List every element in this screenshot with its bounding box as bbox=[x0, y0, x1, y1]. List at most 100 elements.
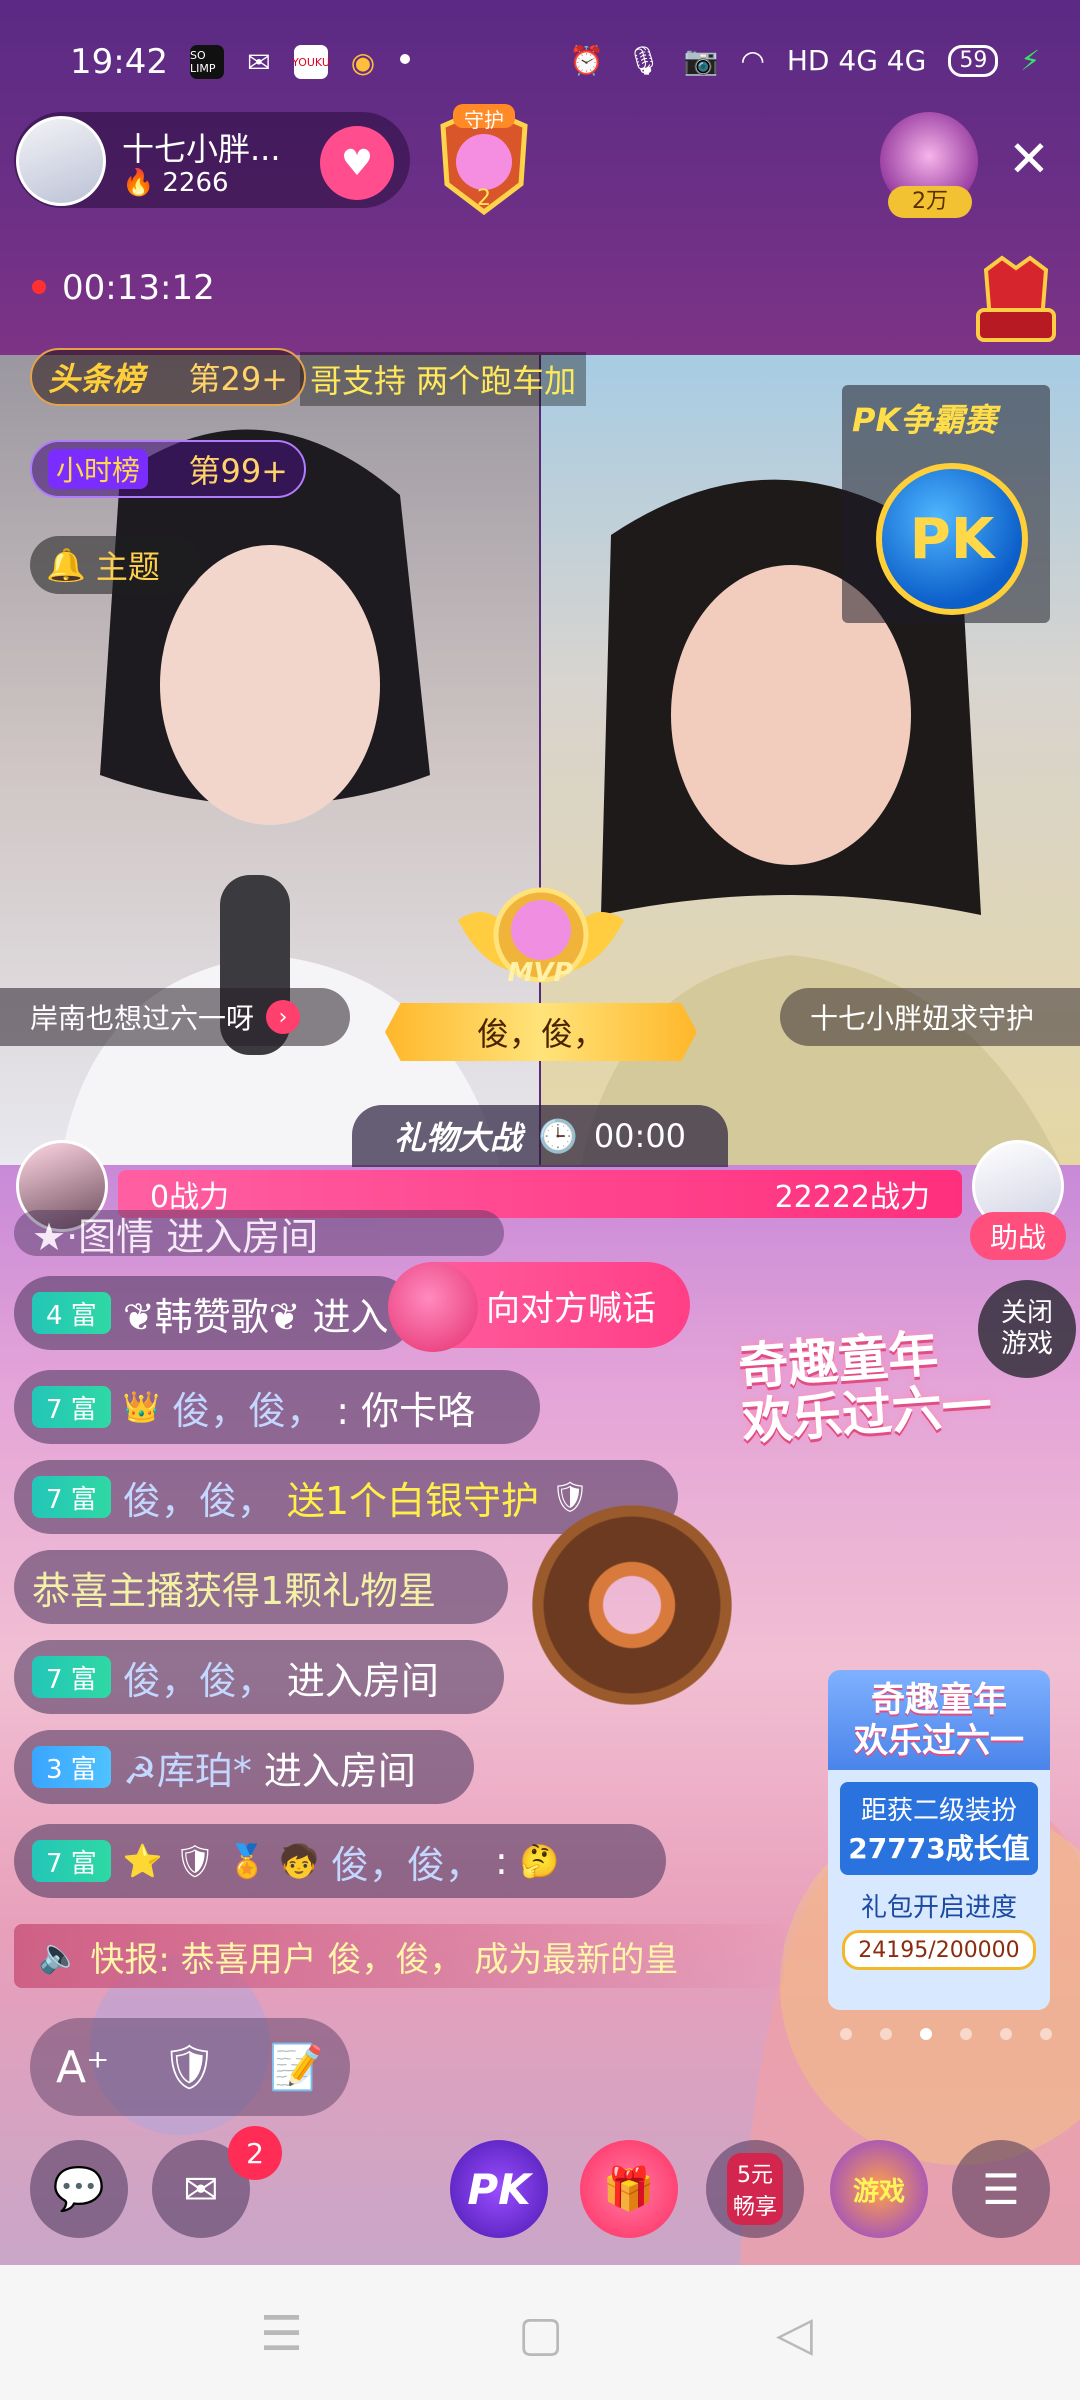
gift-button[interactable]: 🎁 bbox=[580, 2140, 678, 2238]
network-label: HD 4G 4G bbox=[786, 44, 927, 77]
camera-icon: 📷 bbox=[683, 44, 719, 77]
theme-label: 主题 bbox=[95, 548, 160, 586]
assist-button[interactable]: 助战 bbox=[970, 1212, 1066, 1260]
rich-level-tag: 4 富 bbox=[32, 1292, 111, 1334]
left-streamer-tag[interactable]: 岸南也想过六一呀 › bbox=[0, 988, 350, 1046]
promo-label: 5元 畅享 bbox=[726, 2153, 783, 2225]
chat-row[interactable]: 4 富 ❦韩赞歌❦ 进入 bbox=[14, 1276, 414, 1350]
hourly-rank-label: 小时榜 bbox=[48, 449, 149, 489]
chat-bubble-button[interactable]: 💬 bbox=[30, 2140, 128, 2238]
more-notifications-dot bbox=[400, 54, 410, 64]
event-banner-text: 奇趣童年 欢乐过六一 bbox=[736, 1324, 994, 1452]
pk-button[interactable]: PK bbox=[450, 2140, 548, 2238]
chat-row[interactable]: 7 富 ⭐ 🛡 🏅 🧒 俊，俊， : 🤔 bbox=[14, 1824, 666, 1898]
chat-row[interactable]: 7 富 👑 俊，俊， : 你卡咯 bbox=[14, 1370, 540, 1444]
event-panel-title-text: 奇趣童年 欢乐过六一 bbox=[854, 1680, 1024, 1761]
chat-text: : bbox=[494, 1839, 508, 1883]
recent-apps-icon[interactable]: ☰ bbox=[260, 2306, 303, 2362]
event-panel[interactable]: 奇趣童年 欢乐过六一 距获二级装扮 27773成长值 礼包开启进度 24195/… bbox=[828, 1670, 1050, 2010]
carousel-dot bbox=[960, 2028, 972, 2040]
clock-icon: 🕒 bbox=[537, 1117, 578, 1155]
host-avatar[interactable] bbox=[16, 116, 106, 206]
chevron-right-icon: › bbox=[266, 1000, 301, 1034]
host-heat: 🔥 2266 bbox=[122, 168, 229, 198]
headline-rank-label: 头条榜 bbox=[48, 360, 145, 398]
pk-button-label: PK bbox=[467, 2164, 531, 2214]
chat-bubble-icon: 💬 bbox=[52, 2164, 106, 2213]
donut-game-icon[interactable] bbox=[532, 1505, 732, 1705]
weibo-icon: ◉ bbox=[350, 45, 376, 79]
chat-row[interactable]: 7 富 俊，俊， 进入房间 bbox=[14, 1640, 504, 1714]
speaker-icon: 🔈 bbox=[38, 1936, 81, 1976]
mic-icon: 🎙 bbox=[626, 44, 662, 77]
follow-heart-button[interactable]: ♥ bbox=[320, 126, 394, 200]
event-level-value: 27773成长值 bbox=[848, 1832, 1030, 1865]
throne-icon[interactable] bbox=[972, 250, 1060, 350]
hourly-rank-chip[interactable]: 小时榜 第99+ bbox=[30, 440, 306, 498]
carousel-dot-active bbox=[920, 2028, 932, 2040]
guard-badge-small-icon: 🛡 bbox=[174, 1842, 216, 1880]
guard-badge-level: 2 bbox=[477, 186, 491, 211]
shield-guard-icon[interactable]: 🛡 bbox=[161, 2041, 217, 2093]
right-streamer-tag[interactable]: 十七小胖妞求守护 bbox=[780, 988, 1080, 1046]
hamburger-icon: ☰ bbox=[982, 2164, 1020, 2214]
status-indicators: ⏰ 🎙 📷 ◠ HD 4G 4G 59 ⚡ bbox=[569, 44, 1040, 77]
pk-ball-icon[interactable]: PK bbox=[876, 463, 1028, 615]
gift-war-title: 礼物大战 bbox=[393, 1119, 522, 1157]
chat-partial-text: ★·图情 进入房间 bbox=[32, 1214, 319, 1257]
hourly-rank-value: 第99+ bbox=[188, 452, 288, 490]
tools-pill: A⁺ 🛡 📝 bbox=[30, 2018, 350, 2116]
menu-button[interactable]: ☰ bbox=[952, 2140, 1050, 2238]
charging-icon: ⚡ bbox=[1020, 44, 1040, 77]
alarm-icon: ⏰ bbox=[569, 44, 605, 77]
font-size-icon[interactable]: A⁺ bbox=[56, 2042, 109, 2093]
gift-ticker: 哥支持 两个跑车加 bbox=[300, 352, 587, 406]
headline-rank-value: 第29+ bbox=[188, 360, 288, 398]
super-badge-icon: 🏅 bbox=[227, 1842, 268, 1880]
event-level-box: 距获二级装扮 27773成长值 bbox=[840, 1782, 1038, 1875]
chat-row[interactable]: 3 富 ☭库珀* 进入房间 bbox=[14, 1730, 474, 1804]
star-badge-icon: ⭐ bbox=[122, 1842, 163, 1880]
left-streamer-name: 岸南也想过六一呀 bbox=[30, 1002, 255, 1035]
rich-level-tag: 7 富 bbox=[32, 1476, 111, 1518]
home-icon[interactable]: ▢ bbox=[518, 2306, 563, 2362]
game-label: 游戏 bbox=[852, 2176, 905, 2207]
back-icon[interactable]: ◁ bbox=[776, 2306, 813, 2362]
host-name: 十七小胖... bbox=[122, 130, 281, 168]
status-time: 19:42 bbox=[70, 42, 168, 82]
chat-row[interactable]: 恭喜主播获得1颗礼物星 bbox=[14, 1550, 508, 1624]
silver-guard-icon: 🛡 bbox=[551, 1479, 590, 1515]
mvp-label: MVP bbox=[507, 958, 573, 988]
game-button[interactable]: 游戏 bbox=[830, 2140, 928, 2238]
power-right: 22222战力 bbox=[774, 1180, 930, 1215]
live-timer: 00:13:12 bbox=[62, 268, 215, 308]
user-avatar-badge-icon: 🧒 bbox=[279, 1842, 319, 1880]
carousel-dot bbox=[1040, 2028, 1052, 2040]
megaphone-icon bbox=[388, 1262, 478, 1352]
edit-note-icon[interactable]: 📝 bbox=[269, 2041, 324, 2093]
thinking-emoji-icon: 🤔 bbox=[519, 1842, 560, 1880]
promo-button[interactable]: 5元 畅享 bbox=[706, 2140, 804, 2238]
solimp-app-icon: SO LIMP bbox=[190, 45, 224, 79]
message-count-badge: 2 bbox=[228, 2126, 282, 2180]
event-progress-pill: 24195/200000 bbox=[842, 1930, 1036, 1970]
close-icon[interactable]: ✕ bbox=[1008, 134, 1050, 184]
wifi-icon: ◠ bbox=[740, 44, 765, 77]
carousel-dot bbox=[840, 2028, 852, 2040]
theme-button[interactable]: 🔔 主题 bbox=[30, 536, 202, 594]
event-level-label: 距获二级装扮 bbox=[860, 1796, 1017, 1826]
chat-user: ☭库珀* bbox=[122, 1748, 252, 1793]
headline-rank-chip[interactable]: 头条榜 第29+ bbox=[30, 348, 306, 406]
guard-badge-label: 守护 bbox=[464, 108, 504, 132]
rich-level-tag: 3 富 bbox=[32, 1746, 111, 1788]
chat-row-partial: ★·图情 进入房间 bbox=[14, 1210, 504, 1256]
event-panel-title: 奇趣童年 欢乐过六一 bbox=[828, 1670, 1050, 1770]
rich-level-tag: 7 富 bbox=[32, 1840, 111, 1882]
chat-text: 进入房间 bbox=[263, 1748, 416, 1793]
chat-user: 俊，俊， bbox=[122, 1478, 275, 1523]
event-progress-label: 礼包开启进度 bbox=[860, 1893, 1017, 1923]
chat-user: 俊，俊， bbox=[330, 1842, 483, 1887]
top-contributor-count: 2万 bbox=[888, 186, 972, 218]
event-banner[interactable]: 奇趣童年 欢乐过六一 bbox=[736, 1320, 1044, 1452]
chat-text: 进入房间 bbox=[286, 1658, 439, 1703]
